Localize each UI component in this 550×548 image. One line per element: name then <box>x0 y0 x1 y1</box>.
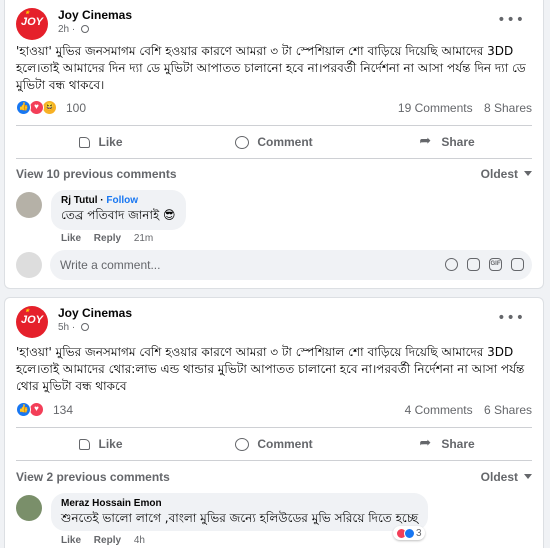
like-button[interactable]: Like <box>16 429 186 459</box>
love-reaction-icon[interactable]: ♥ <box>29 402 44 417</box>
comment-like-link[interactable]: Like <box>61 535 81 546</box>
comment-actions: Like Reply 4h <box>61 535 155 546</box>
comment-bubble: Meraz Hossain Emon শুনতেই ভালো লাগে ,বাং… <box>51 493 429 531</box>
comment-author[interactable]: Rj Tutul <box>61 195 97 206</box>
globe-icon <box>81 323 90 331</box>
comment-reactions[interactable]: 3 <box>393 526 425 540</box>
comment-text: তেব্র পতিবাদ জানাই 😎 <box>61 208 176 222</box>
camera-icon[interactable] <box>467 258 480 271</box>
action-bar: Like Comment Share <box>16 429 532 459</box>
more-options-icon[interactable]: ••• <box>497 13 525 27</box>
like-reaction-icon[interactable]: 👍 <box>16 402 31 417</box>
post-stats: 👍 ♥ 😆 100 19 Comments 8 Shares <box>16 100 532 118</box>
post-card-2: ★ JOY Joy Cinemas 5h · ••• 'হাওয়া' মুভির… <box>4 297 544 548</box>
comment-sort-dropdown[interactable]: Oldest <box>481 167 532 181</box>
divider <box>16 427 532 428</box>
post-text: 'হাওয়া' মুভির জনসমাগম বেশি হওয়ার কারণে… <box>16 345 525 393</box>
like-reaction-icon <box>404 527 415 539</box>
write-comment: Write a comment... GIF <box>16 250 532 280</box>
commenter-avatar[interactable] <box>16 192 42 218</box>
post-time[interactable]: 2h · <box>58 24 90 35</box>
sticker-icon[interactable] <box>511 258 524 271</box>
emoji-icon[interactable] <box>445 258 458 271</box>
comment-text: শুনতেই ভালো লাগে ,বাংলা মুভির জন্যে হলিউ… <box>61 511 419 525</box>
more-options-icon[interactable]: ••• <box>497 311 525 325</box>
divider <box>16 158 532 159</box>
thumbs-up-icon <box>79 438 91 450</box>
haha-reaction-icon[interactable]: 😆 <box>42 100 57 115</box>
page-avatar[interactable]: ★ JOY <box>16 306 48 338</box>
share-button[interactable]: Share <box>362 127 532 157</box>
comment-reaction-count: 3 <box>416 527 422 539</box>
shares-count[interactable]: 8 Shares <box>484 101 532 115</box>
reaction-count[interactable]: 134 <box>53 403 73 417</box>
comment-icon <box>235 135 250 149</box>
post-time[interactable]: 5h · <box>58 322 90 333</box>
post-header: ★ JOY Joy Cinemas 2h · ••• <box>16 8 533 40</box>
comment-like-link[interactable]: Like <box>61 233 81 244</box>
action-bar: Like Comment Share <box>16 127 532 157</box>
comment-author[interactable]: Meraz Hossain Emon <box>61 498 418 509</box>
view-previous-comments[interactable]: View 2 previous comments <box>16 470 170 484</box>
post-text: 'হাওয়া' মুভির জনসমাগম বেশি হওয়ার কারণে… <box>16 44 526 92</box>
comments-header: View 10 previous comments Oldest <box>16 167 532 181</box>
globe-icon <box>81 25 90 33</box>
like-button[interactable]: Like <box>16 127 186 157</box>
page-name[interactable]: Joy Cinemas <box>58 306 132 320</box>
divider <box>16 125 532 126</box>
view-previous-comments[interactable]: View 10 previous comments <box>16 167 177 181</box>
comment-bubble: Rj Tutul · Follow তেব্র পতিবাদ জানাই 😎 <box>51 190 186 230</box>
comment-sort-dropdown[interactable]: Oldest <box>481 470 532 484</box>
share-icon <box>419 434 433 451</box>
divider <box>16 460 532 461</box>
thumbs-up-icon <box>79 136 91 148</box>
commenter-avatar[interactable] <box>16 495 42 521</box>
share-button[interactable]: Share <box>362 429 532 459</box>
post-header: ★ JOY Joy Cinemas 5h · ••• <box>16 306 533 338</box>
comment-reply-link[interactable]: Reply <box>94 535 121 546</box>
page-name[interactable]: Joy Cinemas <box>58 8 132 22</box>
post-card-1: ★ JOY Joy Cinemas 2h · ••• 'হাওয়া' মুভির… <box>4 0 544 289</box>
follow-link[interactable]: Follow <box>106 195 138 206</box>
like-reaction-icon[interactable]: 👍 <box>16 100 31 115</box>
my-avatar[interactable] <box>16 252 42 278</box>
reaction-count[interactable]: 100 <box>66 101 86 115</box>
comment-button[interactable]: Comment <box>189 127 359 157</box>
shares-count[interactable]: 6 Shares <box>484 403 532 417</box>
comment-time[interactable]: 4h <box>134 535 145 546</box>
share-icon <box>419 132 433 149</box>
comments-count[interactable]: 4 Comments <box>405 403 473 417</box>
comment-reply-link[interactable]: Reply <box>94 233 121 244</box>
comment-icon <box>235 437 250 451</box>
comments-header: View 2 previous comments Oldest <box>16 470 532 484</box>
comment-time[interactable]: 21m <box>134 233 153 244</box>
comment-button[interactable]: Comment <box>189 429 359 459</box>
comment-actions: Like Reply 21m <box>61 233 163 244</box>
love-reaction-icon[interactable]: ♥ <box>29 100 44 115</box>
comment-input[interactable]: Write a comment... GIF <box>50 250 532 280</box>
gif-icon[interactable]: GIF <box>489 258 502 271</box>
comments-count[interactable]: 19 Comments <box>398 101 473 115</box>
page-avatar[interactable]: ★ JOY <box>16 8 48 40</box>
post-stats: 👍 ♥ 134 4 Comments 6 Shares <box>16 402 532 420</box>
